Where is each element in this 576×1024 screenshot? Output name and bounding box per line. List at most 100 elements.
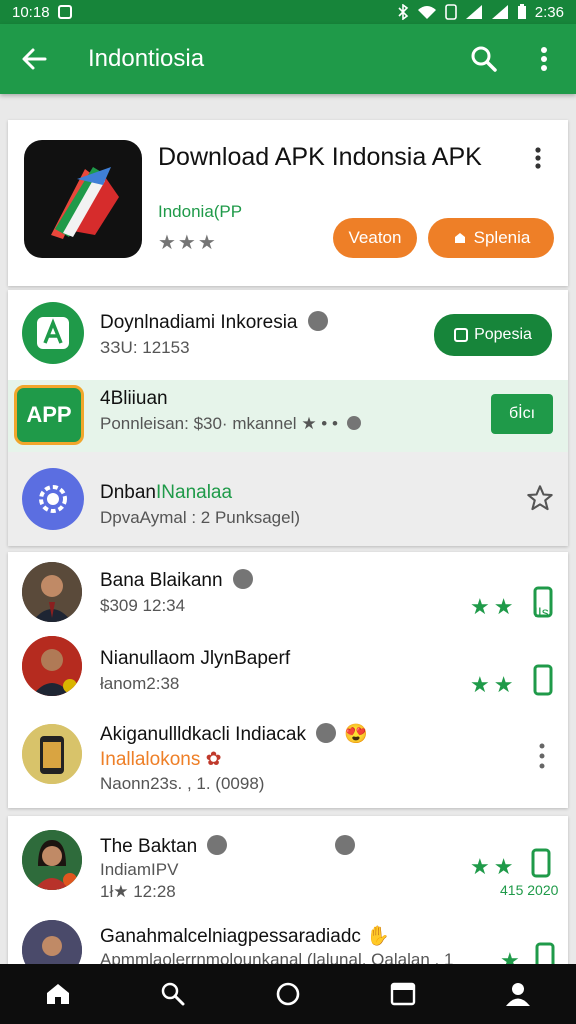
page-title: Indontiosia: [88, 45, 205, 72]
phone-icon: [535, 942, 555, 966]
home-icon: [46, 984, 69, 1004]
list-item-meta: 1ł★ 12:28: [100, 882, 176, 901]
info-icon: [346, 415, 361, 430]
more-vert-icon: [535, 147, 541, 169]
nav-profile[interactable]: [498, 974, 538, 1014]
download-icon: [454, 328, 469, 342]
list-item-title: Ganahmalcelniagpessaradiadc ✋: [100, 926, 390, 947]
app-title: Download APK Indonsia APK: [158, 143, 482, 171]
app-icon: APP: [14, 385, 84, 445]
app-list-card: Doynlnadiami Inkoresia ЗЗU: 12153 Popesi…: [8, 290, 568, 546]
version-button[interactable]: Veaton: [333, 218, 417, 258]
rose-icon: ✿: [200, 749, 222, 770]
list-item[interactable]: Ganahmalcelniagpessaradiadc ✋ Apmmlaoler…: [8, 916, 568, 966]
avatar: [22, 636, 82, 696]
side-label: 415 2020: [500, 882, 559, 898]
hand-icon: ✋: [360, 926, 390, 947]
list-item-subtitle: Ponnleisan: $30· mkannel ★ • •: [100, 414, 361, 434]
list-item-subtitle: $309 12:34: [100, 596, 186, 615]
creator-list-card: The Baktan IndiamIPV 1ł★ 12:28 ★★ 415 20…: [8, 816, 568, 966]
install-button[interactable]: Popesia: [434, 314, 552, 356]
list-item-title: Nianullaom JlynBaperf: [100, 648, 291, 669]
avatar: [22, 724, 82, 784]
favorite-button[interactable]: [526, 484, 554, 517]
avatar: [22, 830, 82, 890]
app-developer[interactable]: Indonia(PP: [158, 202, 242, 222]
list-item-title: 4Bliiuan: [100, 388, 168, 409]
featured-app-card[interactable]: Download APK Indonsia APK Indonia(PP ★★★…: [8, 120, 568, 286]
more-vert-icon: [541, 47, 547, 71]
side-label: IIs: [534, 604, 549, 620]
verified-icon: [207, 834, 228, 855]
more-vert-icon: [539, 743, 545, 769]
app-logo: [24, 140, 142, 258]
overflow-menu-button[interactable]: [528, 43, 560, 75]
tools-icon: [335, 834, 356, 855]
list-item[interactable]: Nianullaom JlynBaperf łanom2:38 ★★: [8, 630, 568, 712]
search-icon: [471, 46, 497, 72]
app-bar: Indontiosia: [0, 24, 576, 94]
version-button-label: Veaton: [348, 228, 402, 247]
signal-2-icon: [491, 5, 508, 19]
rating-stars: ★★: [470, 672, 518, 697]
nav-recents[interactable]: [383, 974, 423, 1014]
list-item-subtitle: IndiamIPV: [100, 860, 179, 879]
open-button-label: бİcı: [508, 405, 536, 422]
profile-icon: [506, 983, 531, 1006]
list-item-tag: Inallalokons ✿: [100, 749, 222, 770]
list-item-highlighted[interactable]: APP 4Bliiuan Ponnleisan: $30· mkannel ★ …: [8, 380, 568, 452]
search-button[interactable]: [468, 43, 500, 75]
list-item[interactable]: Akiganullldkacli Indiacak 😍 Inallalokons …: [8, 712, 568, 808]
card-menu-button[interactable]: [522, 142, 554, 174]
nav-home[interactable]: [38, 974, 78, 1014]
recents-icon: [390, 982, 416, 1006]
status-battery-time: 2:36: [534, 3, 564, 21]
bottom-navigation: [0, 964, 576, 1024]
item-menu-button[interactable]: [526, 740, 558, 772]
list-item-title: Bana Blaikann: [100, 568, 253, 592]
app-icon: [22, 302, 84, 364]
back-arrow-icon: [22, 48, 47, 70]
battery-icon: [517, 4, 526, 19]
star-outline-icon: [527, 485, 553, 511]
share-icon: [454, 233, 465, 243]
app-rating: ★★★: [158, 232, 218, 254]
rating-stars: ★★: [470, 594, 518, 619]
bluetooth-icon: [398, 4, 409, 20]
list-item-subtitle: Naonn23s. , 1. (0098): [100, 774, 265, 793]
app-icon: [22, 468, 84, 530]
back-button[interactable]: [16, 41, 52, 77]
wifi-icon: [417, 6, 436, 19]
list-item-subtitle: DpvaAymal : 2 Punksagel): [100, 508, 301, 527]
share-button-label: Splenia: [473, 228, 531, 247]
status-bar: 10:18 2:36: [0, 0, 576, 24]
sim-icon: [444, 4, 457, 20]
avatar: [22, 920, 82, 966]
list-item[interactable]: The Baktan IndiamIPV 1ł★ 12:28 ★★ 415 20…: [8, 816, 568, 912]
signal-icon: [465, 5, 482, 19]
avatar: [22, 562, 82, 622]
list-item-title: Doynlnadiami Inkoresia: [100, 310, 328, 334]
emoji-icon: 😍: [343, 724, 368, 745]
list-item-subtitle: ЗЗU: 12153: [100, 338, 190, 357]
list-item-title: DnbanINanalaa: [100, 482, 233, 503]
list-item[interactable]: Doynlnadiami Inkoresia ЗЗU: 12153 Popesi…: [8, 290, 568, 380]
list-item[interactable]: Bana Blaikann $309 12:34 ★★ IIs: [8, 552, 568, 630]
list-item-title: Akiganullldkacli Indiacak 😍: [100, 722, 368, 745]
status-time: 10:18: [12, 3, 50, 21]
phone-icon: [531, 848, 551, 878]
nav-search[interactable]: [153, 974, 193, 1014]
search-icon: [161, 982, 185, 1006]
list-item-subtitle: łanom2:38: [100, 674, 180, 693]
open-button[interactable]: бİcı: [491, 394, 553, 434]
list-item[interactable]: DnbanINanalaa DpvaAymal : 2 Punksagel): [8, 452, 568, 546]
circle-icon: [276, 982, 300, 1006]
install-button-label: Popesia: [474, 326, 532, 343]
notification-icon: [57, 5, 72, 19]
share-button[interactable]: Splenia: [428, 218, 554, 258]
rating-stars: ★★: [470, 854, 518, 879]
list-item-title: The Baktan: [100, 834, 356, 858]
developer-list-card: Bana Blaikann $309 12:34 ★★ IIs Nianulla…: [8, 552, 568, 808]
nav-home-button[interactable]: [268, 974, 308, 1014]
verified-icon: [307, 310, 328, 331]
